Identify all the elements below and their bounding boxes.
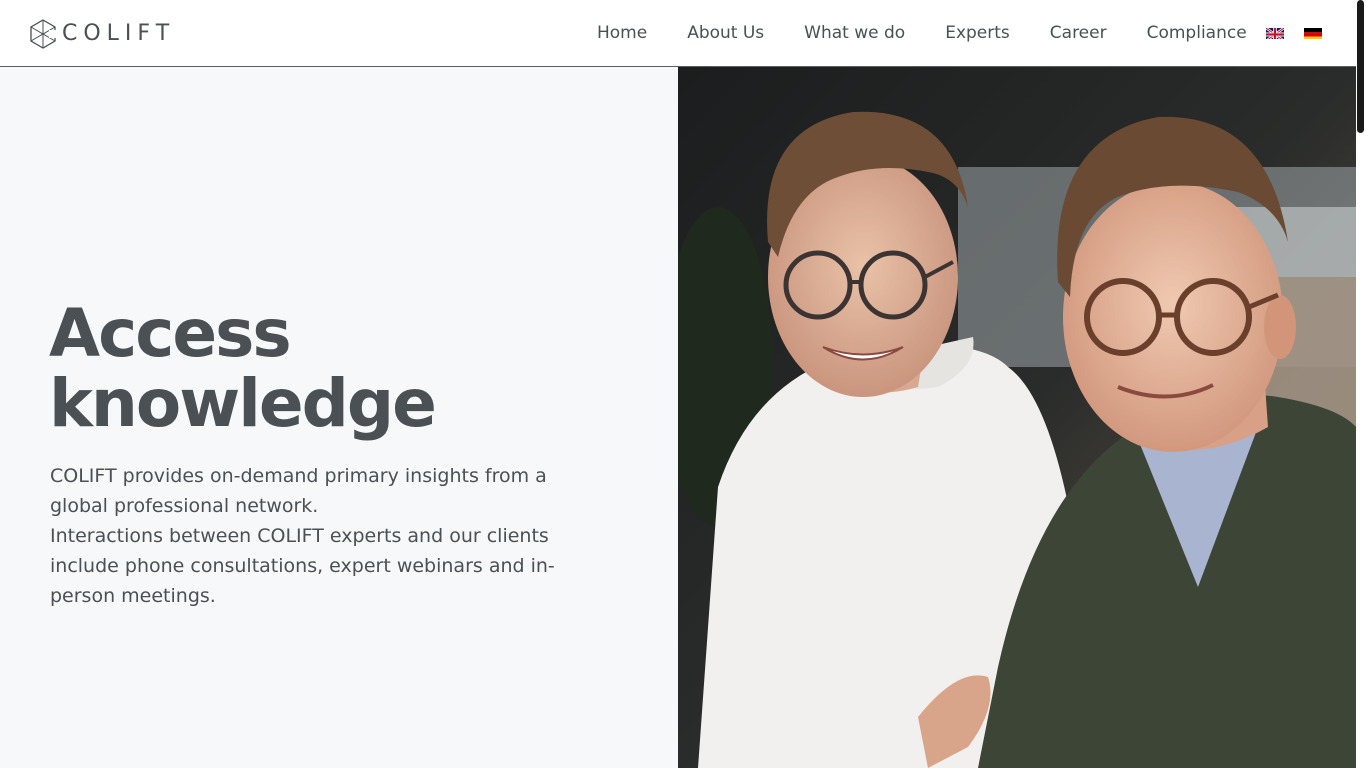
logo-text: COLIFT: [62, 21, 176, 46]
hero-title: Access knowledge: [49, 299, 609, 439]
hero-photo: [678, 67, 1356, 768]
hero-title-line-2: knowledge: [49, 365, 437, 442]
uk-flag-icon[interactable]: [1266, 26, 1284, 39]
nav-item-career[interactable]: Career: [1030, 17, 1127, 49]
hero-paragraph-1: COLIFT provides on-demand primary insigh…: [50, 465, 547, 517]
nav-item-experts[interactable]: Experts: [925, 17, 1030, 49]
two-smiling-men-with-glasses-photo: [678, 67, 1356, 768]
hero-description: COLIFT provides on-demand primary insigh…: [50, 461, 610, 611]
hero-title-line-1: Access: [49, 295, 292, 372]
colift-logo-icon: [30, 19, 57, 49]
main-nav: Home About Us What we do Experts Career …: [577, 17, 1267, 49]
nav-item-what-we-do[interactable]: What we do: [784, 17, 925, 49]
logo-link[interactable]: COLIFT: [29, 19, 175, 49]
scrollbar-thumb[interactable]: [1357, 0, 1364, 133]
hero-paragraph-2: Interactions between COLIFT experts and …: [50, 525, 555, 607]
hero-text-panel: Access knowledge COLIFT provides on-dema…: [0, 67, 678, 768]
site-header: COLIFT Home About Us What we do Experts …: [0, 0, 1356, 67]
nav-item-compliance[interactable]: Compliance: [1127, 17, 1267, 49]
nav-item-about-us[interactable]: About Us: [667, 17, 784, 49]
nav-item-home[interactable]: Home: [577, 17, 667, 49]
german-flag-icon[interactable]: [1304, 26, 1322, 39]
